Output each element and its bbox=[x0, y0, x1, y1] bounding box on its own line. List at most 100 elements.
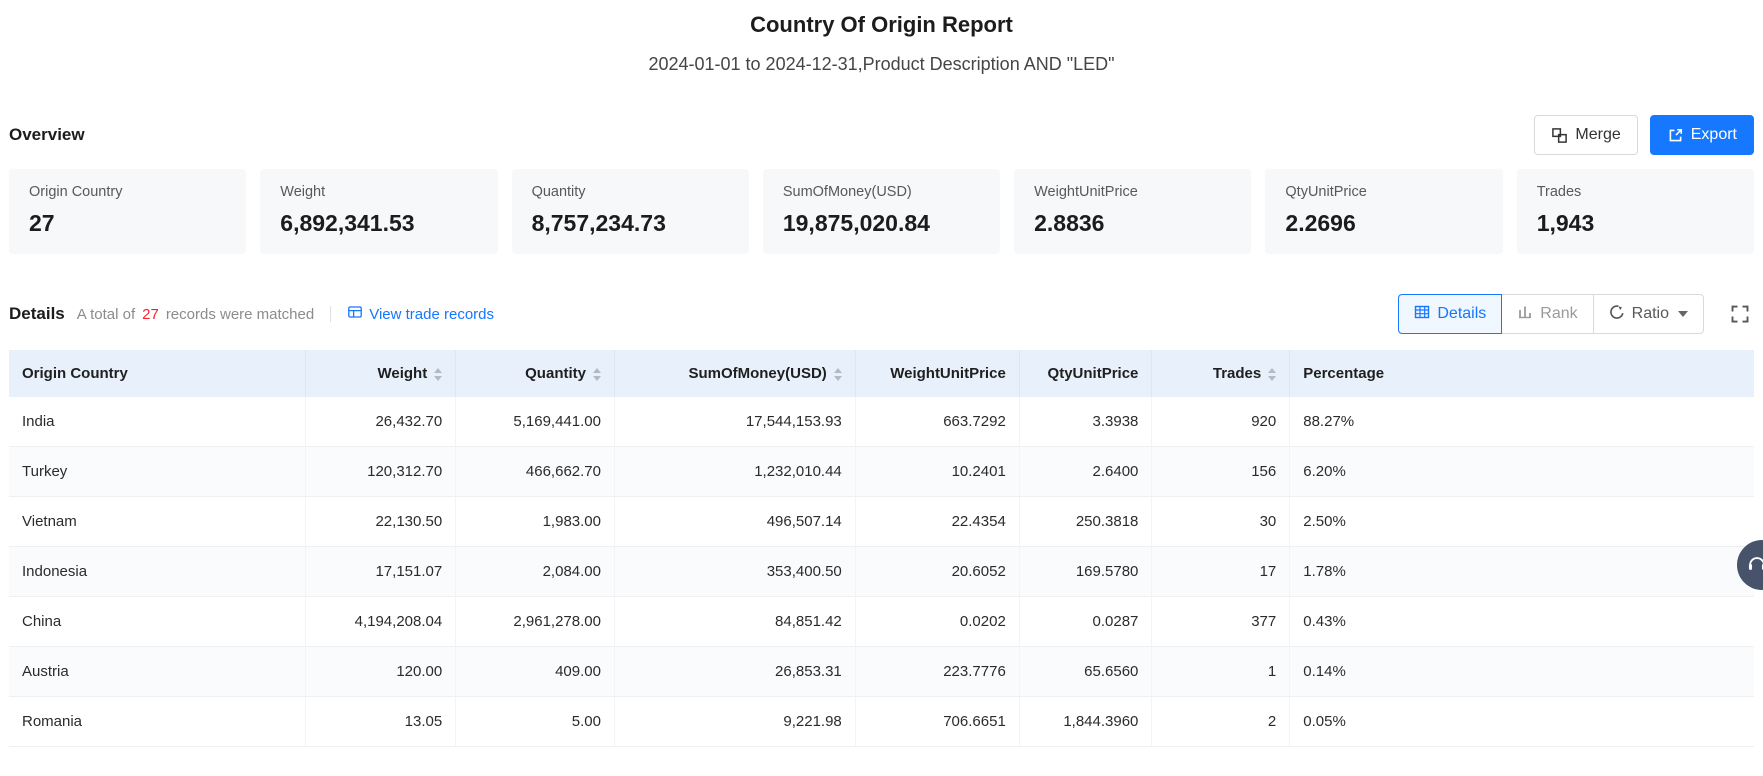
stat-card-sum-of-money: SumOfMoney(USD) 19,875,020.84 bbox=[763, 169, 1000, 254]
matched-suffix: records were matched bbox=[166, 306, 314, 323]
view-trade-records-label: View trade records bbox=[369, 306, 494, 323]
col-header-qty-unit-price: QtyUnitPrice bbox=[1019, 350, 1152, 397]
table-row: Turkey 120,312.70 466,662.70 1,232,010.4… bbox=[9, 447, 1754, 497]
tab-rank[interactable]: Rank bbox=[1501, 294, 1593, 334]
col-header-trades[interactable]: Trades bbox=[1152, 350, 1290, 397]
cell-origin-country: Turkey bbox=[9, 447, 306, 497]
stat-value: 2.8836 bbox=[1034, 210, 1231, 237]
cell-qty-unit-price: 0.0287 bbox=[1019, 597, 1152, 647]
cell-weight-unit-price: 223.7776 bbox=[855, 647, 1019, 697]
cell-weight-unit-price: 663.7292 bbox=[855, 397, 1019, 447]
table-header-row: Origin Country Weight Quantity SumOfMone… bbox=[9, 350, 1754, 397]
cell-sum-of-money: 1,232,010.44 bbox=[614, 447, 855, 497]
ratio-icon bbox=[1609, 304, 1625, 325]
stat-card-weight: Weight 6,892,341.53 bbox=[260, 169, 497, 254]
table-row: Romania 13.05 5.00 9,221.98 706.6651 1,8… bbox=[9, 697, 1754, 747]
cell-trades: 920 bbox=[1152, 397, 1290, 447]
cell-qty-unit-price: 65.6560 bbox=[1019, 647, 1152, 697]
cell-percentage: 0.43% bbox=[1290, 597, 1754, 647]
cell-origin-country: Vietnam bbox=[9, 497, 306, 547]
headset-icon bbox=[1746, 553, 1763, 578]
cell-trades: 1 bbox=[1152, 647, 1290, 697]
cell-quantity: 409.00 bbox=[456, 647, 615, 697]
stat-label: Quantity bbox=[532, 184, 729, 200]
view-trade-records-link[interactable]: View trade records bbox=[347, 304, 494, 324]
merge-button-label: Merge bbox=[1575, 126, 1620, 144]
cell-quantity: 2,084.00 bbox=[456, 547, 615, 597]
matched-count: 27 bbox=[142, 306, 159, 323]
cell-sum-of-money: 9,221.98 bbox=[614, 697, 855, 747]
stat-label: Trades bbox=[1537, 184, 1734, 200]
cell-origin-country: Austria bbox=[9, 647, 306, 697]
col-header-sum-of-money[interactable]: SumOfMoney(USD) bbox=[614, 350, 855, 397]
tab-details-label: Details bbox=[1437, 305, 1486, 323]
cell-weight-unit-price: 10.2401 bbox=[855, 447, 1019, 497]
tab-ratio-label: Ratio bbox=[1632, 305, 1669, 323]
cell-sum-of-money: 496,507.14 bbox=[614, 497, 855, 547]
table-row: China 4,194,208.04 2,961,278.00 84,851.4… bbox=[9, 597, 1754, 647]
cell-qty-unit-price: 169.5780 bbox=[1019, 547, 1152, 597]
report-subtitle: 2024-01-01 to 2024-12-31,Product Descrip… bbox=[9, 54, 1754, 75]
cell-trades: 156 bbox=[1152, 447, 1290, 497]
sort-icon[interactable] bbox=[593, 368, 601, 381]
merge-button[interactable]: Merge bbox=[1534, 115, 1637, 155]
overview-heading: Overview bbox=[9, 125, 85, 145]
table-row: Austria 120.00 409.00 26,853.31 223.7776… bbox=[9, 647, 1754, 697]
cell-percentage: 2.50% bbox=[1290, 497, 1754, 547]
cell-percentage: 6.20% bbox=[1290, 447, 1754, 497]
stat-value: 6,892,341.53 bbox=[280, 210, 477, 237]
col-header-weight[interactable]: Weight bbox=[306, 350, 456, 397]
col-header-origin-country: Origin Country bbox=[9, 350, 306, 397]
table-row: India 26,432.70 5,169,441.00 17,544,153.… bbox=[9, 397, 1754, 447]
cell-weight: 22,130.50 bbox=[306, 497, 456, 547]
cell-quantity: 466,662.70 bbox=[456, 447, 615, 497]
table-row: Vietnam 22,130.50 1,983.00 496,507.14 22… bbox=[9, 497, 1754, 547]
sort-icon[interactable] bbox=[1268, 368, 1276, 381]
cell-trades: 2 bbox=[1152, 697, 1290, 747]
cell-qty-unit-price: 2.6400 bbox=[1019, 447, 1152, 497]
export-button-label: Export bbox=[1691, 126, 1737, 144]
cell-weight: 26,432.70 bbox=[306, 397, 456, 447]
details-section: Details A total of 27 records were match… bbox=[9, 294, 1754, 747]
matched-prefix: A total of bbox=[77, 306, 135, 323]
cell-percentage: 88.27% bbox=[1290, 397, 1754, 447]
cell-origin-country: India bbox=[9, 397, 306, 447]
overview-cards: Origin Country 27 Weight 6,892,341.53 Qu… bbox=[9, 169, 1754, 254]
fullscreen-button[interactable] bbox=[1726, 300, 1754, 328]
cell-sum-of-money: 353,400.50 bbox=[614, 547, 855, 597]
sort-icon[interactable] bbox=[434, 368, 442, 381]
col-header-quantity[interactable]: Quantity bbox=[456, 350, 615, 397]
cell-qty-unit-price: 1,844.3960 bbox=[1019, 697, 1152, 747]
cell-trades: 30 bbox=[1152, 497, 1290, 547]
tab-rank-label: Rank bbox=[1540, 305, 1577, 323]
stat-label: WeightUnitPrice bbox=[1034, 184, 1231, 200]
tab-details[interactable]: Details bbox=[1398, 294, 1502, 334]
cell-sum-of-money: 84,851.42 bbox=[614, 597, 855, 647]
cell-weight-unit-price: 22.4354 bbox=[855, 497, 1019, 547]
overview-section: Overview Merge Export Origin Count bbox=[9, 115, 1754, 254]
matched-records-text: A total of 27 records were matched bbox=[77, 306, 314, 323]
col-header-percentage: Percentage bbox=[1290, 350, 1754, 397]
table-view-icon bbox=[1414, 304, 1430, 325]
cell-percentage: 0.05% bbox=[1290, 697, 1754, 747]
report-header: Country Of Origin Report 2024-01-01 to 2… bbox=[9, 12, 1754, 75]
sort-icon[interactable] bbox=[834, 368, 842, 381]
cell-weight-unit-price: 706.6651 bbox=[855, 697, 1019, 747]
cell-sum-of-money: 26,853.31 bbox=[614, 647, 855, 697]
cell-weight: 17,151.07 bbox=[306, 547, 456, 597]
cell-quantity: 5.00 bbox=[456, 697, 615, 747]
merge-icon bbox=[1551, 127, 1568, 144]
tab-ratio[interactable]: Ratio bbox=[1593, 294, 1704, 334]
export-button[interactable]: Export bbox=[1650, 115, 1754, 155]
stat-value: 8,757,234.73 bbox=[532, 210, 729, 237]
cell-weight: 120.00 bbox=[306, 647, 456, 697]
cell-origin-country: Romania bbox=[9, 697, 306, 747]
cell-quantity: 1,983.00 bbox=[456, 497, 615, 547]
cell-trades: 377 bbox=[1152, 597, 1290, 647]
cell-weight-unit-price: 20.6052 bbox=[855, 547, 1019, 597]
cell-quantity: 5,169,441.00 bbox=[456, 397, 615, 447]
export-icon bbox=[1667, 127, 1684, 144]
rank-icon bbox=[1517, 304, 1533, 325]
cell-origin-country: Indonesia bbox=[9, 547, 306, 597]
cell-percentage: 1.78% bbox=[1290, 547, 1754, 597]
